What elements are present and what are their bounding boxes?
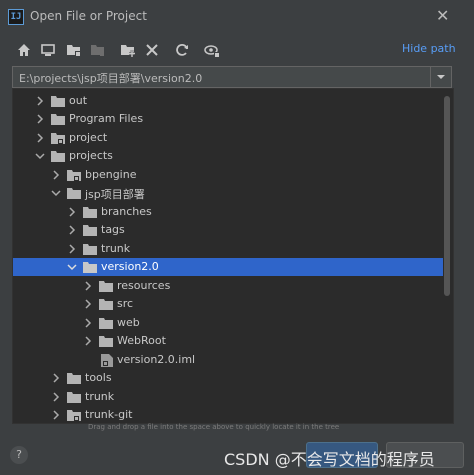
chevron-right-icon[interactable] [67, 225, 77, 235]
tree-item-label: project [69, 131, 108, 144]
path-history-dropdown[interactable] [430, 67, 451, 87]
module-folder-icon[interactable] [90, 42, 106, 58]
tree-item-label: trunk-git [85, 408, 133, 421]
intellij-icon: IJ [8, 9, 24, 25]
tree-item-label: tools [85, 371, 112, 384]
chevron-right-icon[interactable] [35, 133, 45, 143]
folder-icon [51, 151, 65, 162]
folder-icon [67, 373, 81, 384]
tree-item-iml-file[interactable]: version2.0.iml [13, 351, 443, 369]
tree-item-src[interactable]: src [13, 295, 443, 313]
tree-item-project[interactable]: project [13, 129, 443, 147]
csdn-watermark: CSDN @不会写文档的程序员 [224, 450, 435, 469]
folder-icon [99, 318, 113, 329]
refresh-icon[interactable] [174, 42, 190, 58]
tree-item-label: bpengine [85, 168, 137, 181]
tree-item-branches[interactable]: branches [13, 203, 443, 221]
folder-icon [83, 225, 97, 236]
chevron-right-icon[interactable] [51, 373, 61, 383]
new-folder-icon[interactable] [120, 42, 136, 58]
show-hidden-icon[interactable] [204, 42, 220, 58]
tree-item-out[interactable]: out [13, 92, 443, 110]
hide-path-link[interactable]: Hide path [402, 42, 456, 55]
project-folder-icon [67, 410, 81, 421]
chevron-right-icon[interactable] [51, 410, 61, 420]
chevron-right-icon[interactable] [83, 281, 93, 291]
chevron-right-icon[interactable] [51, 392, 61, 402]
tree-item-label: out [69, 94, 88, 107]
chevron-right-icon[interactable] [83, 318, 93, 328]
tree-item-tools[interactable]: tools [13, 369, 443, 387]
tree-item-label: web [117, 316, 140, 329]
project-folder-icon[interactable] [66, 42, 82, 58]
chevron-right-icon[interactable] [35, 114, 45, 124]
chevron-down-icon[interactable] [67, 262, 77, 272]
chevron-right-icon[interactable] [67, 244, 77, 254]
chevron-down-icon[interactable] [51, 188, 61, 198]
project-folder-icon [67, 170, 81, 181]
tree-item-label: projects [69, 149, 113, 162]
folder-icon [67, 392, 81, 403]
tree-item-version2[interactable]: version2.0 [13, 258, 443, 276]
chevron-right-icon[interactable] [67, 207, 77, 217]
tree-item-projects[interactable]: projects [13, 147, 443, 165]
folder-icon [83, 262, 97, 273]
window-title: Open File or Project [30, 9, 147, 23]
tree-item-resources[interactable]: resources [13, 277, 443, 295]
tree-item-label: src [117, 297, 134, 310]
folder-icon [83, 244, 97, 255]
folder-icon [67, 188, 81, 199]
tree-item-label: jsp项目部署 [85, 188, 145, 201]
close-icon[interactable]: ✕ [436, 6, 449, 25]
tree-item-label: tags [101, 223, 125, 236]
tree-item-webroot[interactable]: WebRoot [13, 332, 443, 350]
tree-item-label: trunk [101, 242, 131, 255]
tree-item-program-files[interactable]: Program Files [13, 110, 443, 128]
tree-item-trunk[interactable]: trunk [13, 240, 443, 258]
chevron-down-icon [437, 75, 445, 79]
chevron-right-icon[interactable] [51, 170, 61, 180]
tree-item-label: version2.0 [101, 260, 159, 273]
folder-icon [99, 336, 113, 347]
chevron-down-icon[interactable] [35, 151, 45, 161]
tree-item-label: Program Files [69, 112, 144, 125]
chevron-right-icon[interactable] [83, 299, 93, 309]
folder-icon [99, 299, 113, 310]
path-input[interactable]: E:\projects\jsp项目部署\version2.0 [12, 66, 452, 88]
folder-icon [51, 96, 65, 107]
tree-item-label: version2.0.iml [117, 353, 196, 366]
title-bar: IJ Open File or Project ✕ [0, 0, 474, 34]
delete-icon[interactable] [144, 42, 160, 58]
tree-item-bpengine[interactable]: bpengine [13, 166, 443, 184]
tree-item-label: trunk [85, 390, 115, 403]
path-input-value: E:\projects\jsp项目部署\version2.0 [19, 72, 203, 85]
tree-scrollbar[interactable] [444, 96, 450, 296]
tree-item-label: resources [117, 279, 171, 292]
folder-icon [83, 207, 97, 218]
tree-item-trunk-root[interactable]: trunk [13, 388, 443, 406]
desktop-icon[interactable] [40, 42, 56, 58]
drag-drop-hint: Drag and drop a file into the space abov… [88, 423, 340, 431]
project-folder-icon [51, 133, 65, 144]
file-tree[interactable]: out Program Files project projects bpeng… [12, 88, 454, 424]
help-icon[interactable]: ? [10, 446, 28, 464]
folder-icon [51, 114, 65, 125]
tree-item-label: branches [101, 205, 152, 218]
tree-item-trunk-git[interactable]: trunk-git [13, 406, 443, 423]
chevron-right-icon[interactable] [83, 336, 93, 346]
tree-item-web[interactable]: web [13, 314, 443, 332]
tree-item-label: WebRoot [117, 334, 166, 347]
folder-icon [99, 281, 113, 292]
file-icon [101, 354, 113, 367]
chevron-right-icon[interactable] [35, 96, 45, 106]
home-icon[interactable] [16, 42, 32, 58]
tree-item-tags[interactable]: tags [13, 221, 443, 239]
tree-item-jsp-deploy[interactable]: jsp项目部署 [13, 184, 443, 202]
